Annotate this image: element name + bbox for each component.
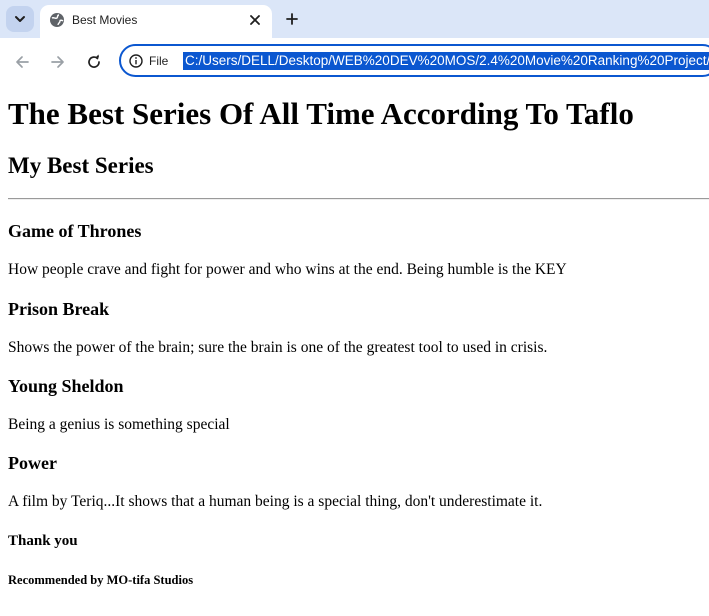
tab-strip: Best Movies [0,0,709,38]
series-title: Game of Thrones [8,221,142,241]
globe-icon [50,13,64,27]
address-bar[interactable]: File C:/Users/DELL/Desktop/WEB%20DEV%20M… [119,44,709,77]
series-description: Shows the power of the brain; sure the b… [8,339,548,356]
back-button[interactable] [10,50,34,74]
site-info-label: File [149,54,169,68]
arrow-right-icon [51,56,64,68]
arrow-left-icon [16,56,29,68]
browser-toolbar: File C:/Users/DELL/Desktop/WEB%20DEV%20M… [0,38,709,86]
url-text-selected[interactable]: C:/Users/DELL/Desktop/WEB%20DEV%20MOS/2.… [183,52,709,70]
plus-icon [286,13,298,25]
reload-icon [88,54,100,68]
site-info-chip[interactable]: File [129,52,168,70]
series-description: A film by Teriq...It shows that a human … [8,493,543,510]
page-content: The Best Series Of All Time According To… [0,86,709,616]
tab-title: Best Movies [72,13,138,27]
tab-close-button[interactable] [246,11,264,29]
new-tab-button[interactable] [280,8,304,30]
horizontal-rule [8,198,709,200]
close-icon [250,15,260,25]
page-subtitle: My Best Series [8,153,154,178]
info-icon [129,54,143,68]
series-description: Being a genius is something special [8,416,230,433]
chevron-down-icon [15,16,25,22]
forward-button[interactable] [46,50,70,74]
series-description: How people crave and fight for power and… [8,261,567,278]
series-title: Young Sheldon [8,376,124,396]
reload-button[interactable] [82,50,106,74]
thank-you-text: Thank you [8,533,78,549]
series-title: Prison Break [8,299,110,319]
page-title: The Best Series Of All Time According To… [8,96,634,131]
recommended-by-text: Recommended by MO-tifa Studios [8,573,194,587]
series-title: Power [8,453,57,473]
browser-tab-active[interactable]: Best Movies [40,5,272,38]
tab-search-button[interactable] [6,6,34,32]
